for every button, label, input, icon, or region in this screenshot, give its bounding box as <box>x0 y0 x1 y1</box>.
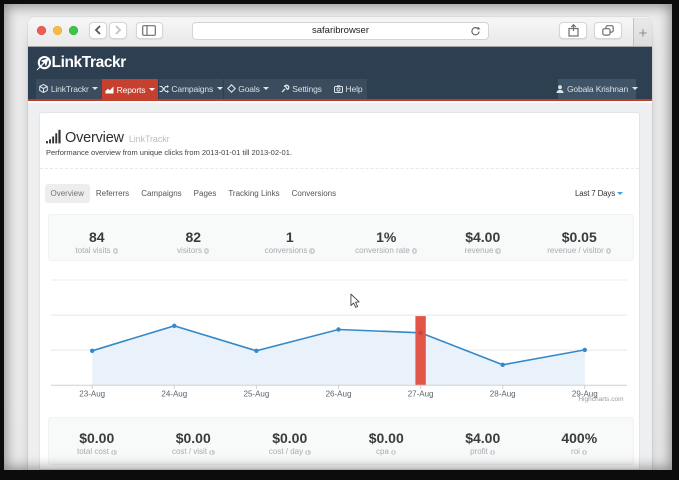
svg-text:25-Aug: 25-Aug <box>244 390 270 399</box>
svg-text:24-Aug: 24-Aug <box>161 390 187 399</box>
svg-text:23-Aug: 23-Aug <box>79 390 105 399</box>
svg-text:Highcharts.com: Highcharts.com <box>578 396 623 403</box>
svg-text:26-Aug: 26-Aug <box>326 390 352 399</box>
svg-text:27-Aug: 27-Aug <box>408 390 434 399</box>
svg-text:28-Aug: 28-Aug <box>490 390 516 399</box>
